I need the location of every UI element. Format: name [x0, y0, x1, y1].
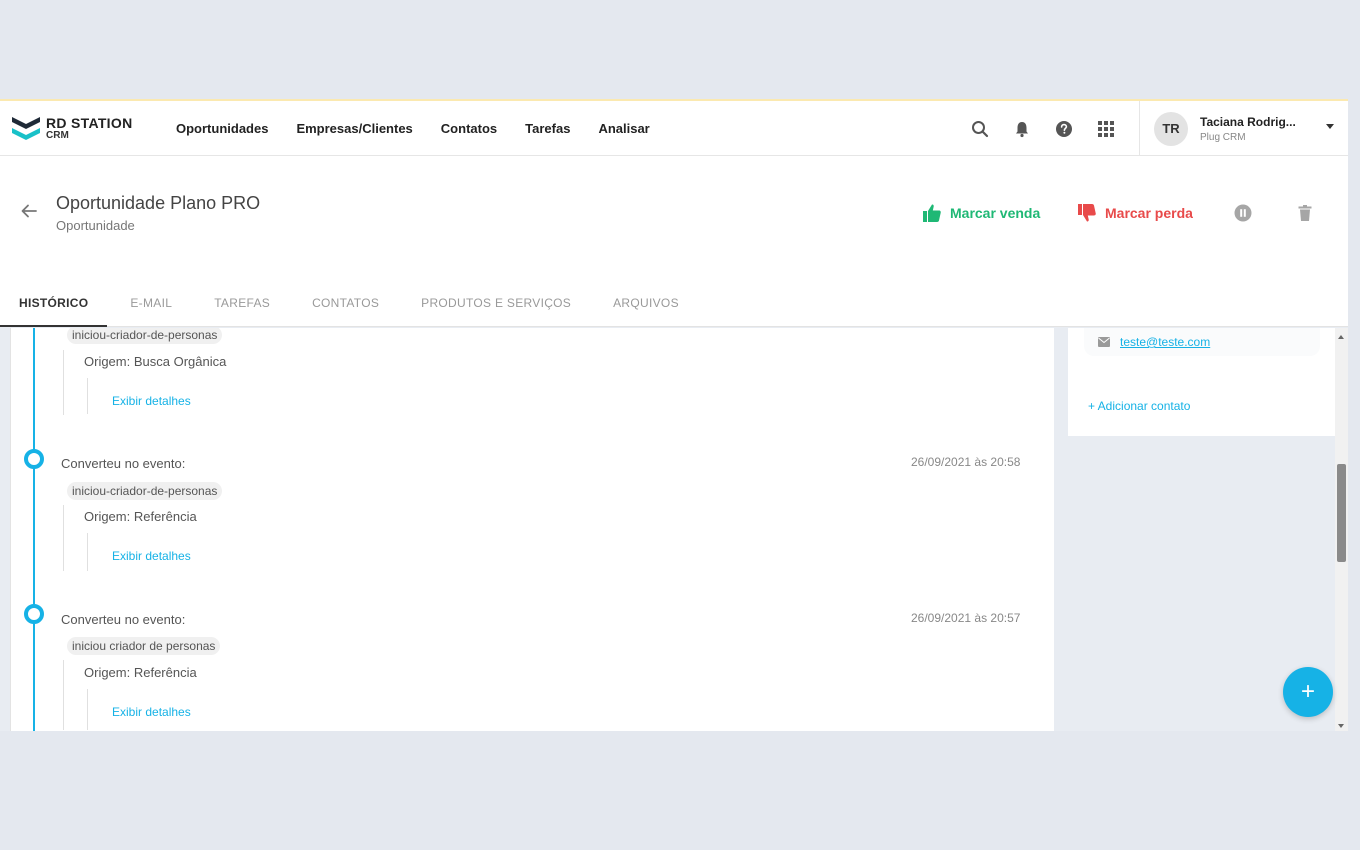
nav-icon-group: [968, 101, 1136, 156]
contact-email-link[interactable]: teste@teste.com: [1120, 335, 1210, 349]
thumbs-up-icon: [923, 204, 941, 222]
event-date: 26/09/2021 às 20:57: [911, 611, 1021, 625]
timeline-line: [33, 328, 35, 731]
event-origin: Origem: Referência: [84, 509, 197, 524]
menu-item-oportunidades[interactable]: Oportunidades: [176, 121, 268, 136]
main-menu: Oportunidades Empresas/Clientes Contatos…: [176, 101, 678, 156]
event-title: Converteu no evento:: [61, 612, 186, 627]
page-subtitle: Oportunidade: [56, 218, 135, 233]
mark-sale-button[interactable]: Marcar venda: [922, 203, 1040, 223]
tab-historico[interactable]: HISTÓRICO: [0, 287, 108, 327]
event-origin: Origem: Referência: [84, 665, 197, 680]
crm-app: RD STATION CRM Oportunidades Empresas/Cl…: [0, 99, 1348, 731]
logo-brand-text: RD STATION: [46, 114, 133, 131]
event-tag: iniciou criador de personas: [67, 637, 221, 655]
timeline-dot: [24, 449, 44, 469]
user-menu[interactable]: TR Taciana Rodrig... Plug CRM: [1139, 101, 1348, 156]
tab-email[interactable]: E-MAIL: [111, 287, 191, 327]
mark-loss-label: Marcar perda: [1105, 205, 1193, 221]
event-origin: Origem: Busca Orgânica: [84, 354, 227, 369]
show-details-link[interactable]: Exibir detalhes: [112, 705, 191, 719]
menu-item-analisar[interactable]: Analisar: [598, 121, 649, 136]
rd-logo-icon: [12, 117, 40, 140]
timeline-dot: [24, 604, 44, 624]
contacts-panel: teste@teste.com + Adicionar contato: [1068, 328, 1335, 436]
scrollbar[interactable]: [1335, 328, 1348, 731]
tab-tarefas[interactable]: TAREFAS: [195, 287, 289, 327]
event-title: Converteu no evento:: [61, 456, 186, 471]
contact-email-row: teste@teste.com: [1084, 328, 1320, 356]
deal-tabs: HISTÓRICO E-MAIL TAREFAS CONTATOS PRODUT…: [0, 287, 702, 327]
scrollbar-thumb[interactable]: [1337, 464, 1346, 562]
menu-item-empresas-clientes[interactable]: Empresas/Clientes: [296, 121, 412, 136]
top-navbar: RD STATION CRM Oportunidades Empresas/Cl…: [0, 99, 1348, 156]
help-icon[interactable]: [1052, 117, 1076, 141]
event-tag: iniciou-criador-de-personas: [67, 482, 223, 500]
deal-header: Oportunidade Plano PRO Oportunidade Marc…: [0, 156, 1348, 327]
mark-loss-button[interactable]: Marcar perda: [1077, 203, 1193, 223]
avatar: TR: [1154, 111, 1188, 146]
pause-icon[interactable]: [1234, 204, 1252, 222]
user-name: Taciana Rodrig...: [1200, 114, 1296, 129]
rd-station-logo[interactable]: RD STATION CRM: [10, 112, 140, 144]
tab-contatos[interactable]: CONTATOS: [293, 287, 398, 327]
tab-arquivos[interactable]: ARQUIVOS: [594, 287, 698, 327]
search-icon[interactable]: [968, 117, 992, 141]
scroll-down-arrow-icon[interactable]: [1338, 724, 1344, 728]
mark-sale-label: Marcar venda: [950, 205, 1041, 221]
trash-icon[interactable]: [1296, 204, 1314, 222]
add-fab-button[interactable]: +: [1283, 667, 1333, 717]
plus-icon: +: [1300, 678, 1315, 705]
show-details-link[interactable]: Exibir detalhes: [112, 549, 191, 563]
event-date: 26/09/2021 às 20:58: [911, 455, 1021, 469]
page-title: Oportunidade Plano PRO: [56, 193, 261, 213]
tab-produtos-servicos[interactable]: PRODUTOS E SERVIÇOS: [402, 287, 590, 327]
chevron-down-icon[interactable]: [1326, 124, 1334, 129]
menu-item-contatos[interactable]: Contatos: [441, 121, 497, 136]
thumbs-down-icon: [1078, 204, 1096, 222]
bell-icon[interactable]: [1010, 117, 1034, 141]
user-org: Plug CRM: [1200, 131, 1246, 143]
envelope-icon: [1098, 337, 1110, 347]
menu-item-tarefas[interactable]: Tarefas: [525, 121, 570, 136]
logo-product-text: CRM: [46, 129, 69, 141]
show-details-link[interactable]: Exibir detalhes: [112, 394, 191, 408]
apps-grid-icon[interactable]: [1094, 117, 1118, 141]
scroll-up-arrow-icon[interactable]: [1338, 335, 1344, 339]
back-arrow-icon[interactable]: [20, 202, 38, 220]
add-contact-link[interactable]: + Adicionar contato: [1088, 399, 1190, 413]
history-timeline[interactable]: iniciou-criador-de-personas Origem: Busc…: [10, 328, 1054, 731]
event-tag: iniciou-criador-de-personas: [67, 328, 223, 344]
